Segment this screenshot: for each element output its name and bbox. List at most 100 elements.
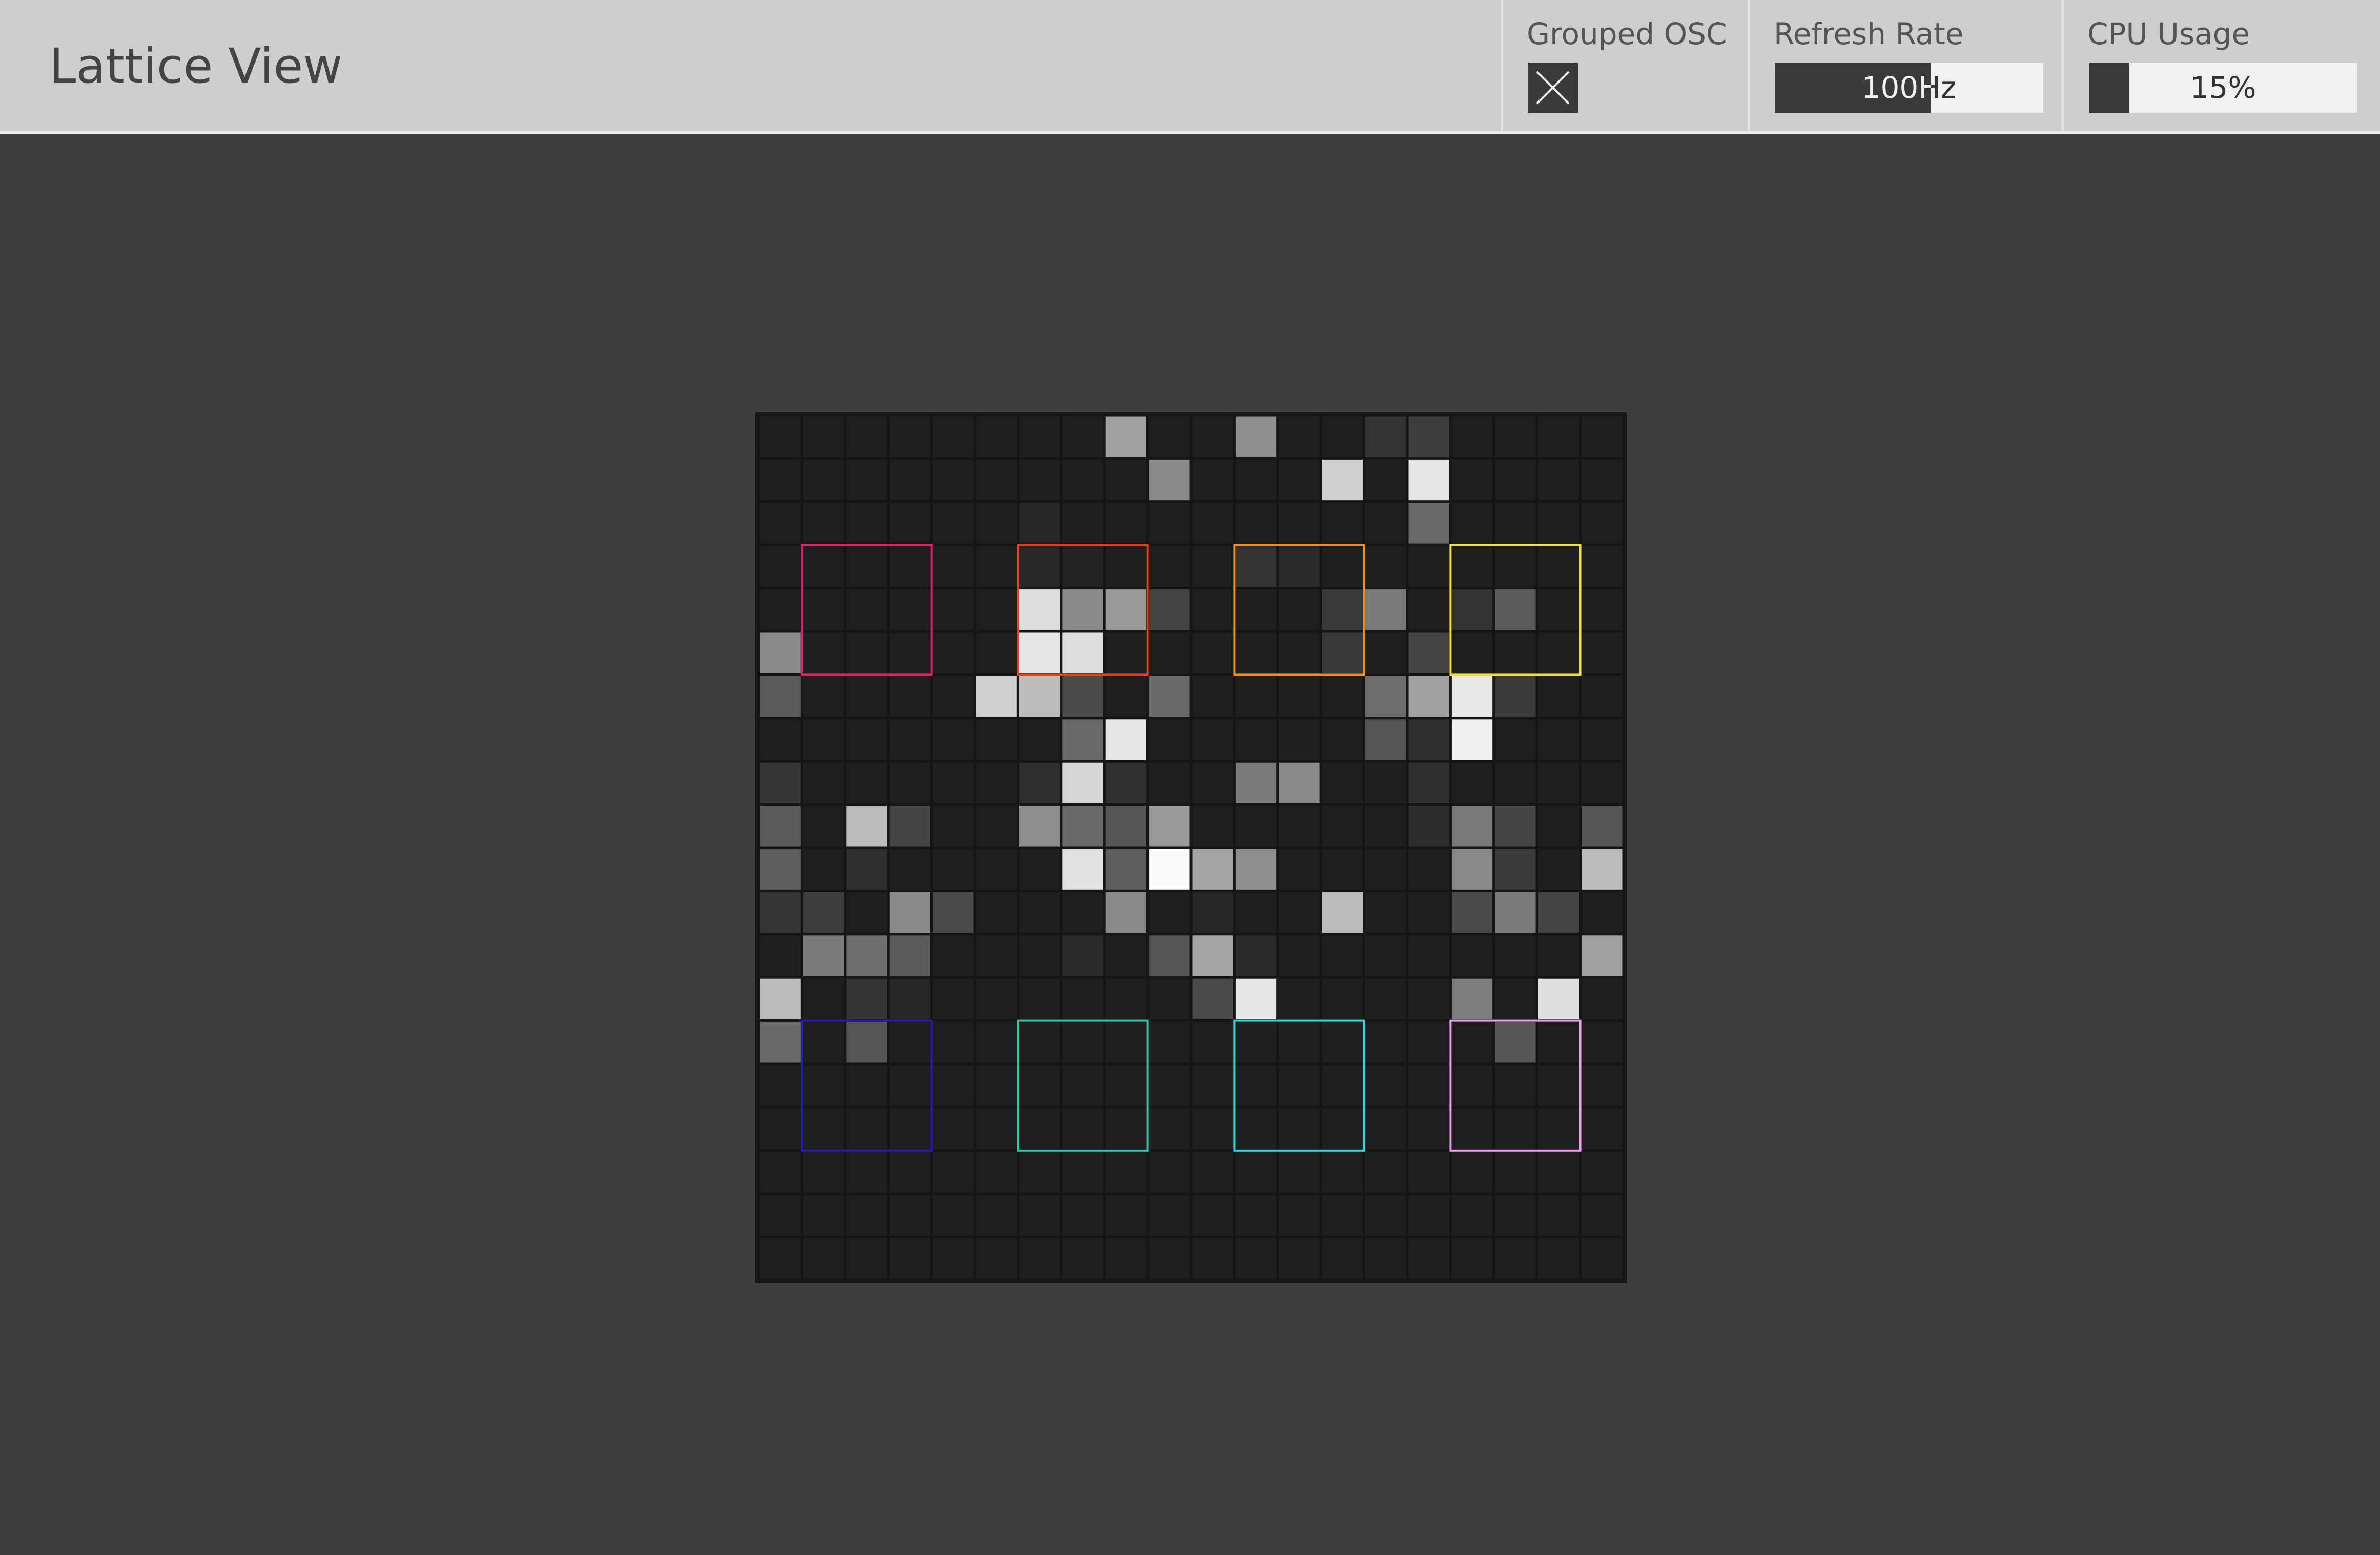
lattice-cell[interactable] bbox=[758, 803, 803, 849]
lattice-cell[interactable] bbox=[1319, 889, 1366, 936]
lattice-cell[interactable] bbox=[1233, 717, 1279, 763]
lattice-cell[interactable] bbox=[1492, 1236, 1538, 1280]
lattice-cell[interactable] bbox=[1060, 1106, 1106, 1152]
lattice-cell[interactable] bbox=[1189, 1149, 1236, 1195]
lattice-cell[interactable] bbox=[1579, 1192, 1624, 1239]
lattice-cell[interactable] bbox=[844, 803, 890, 849]
lattice-cell[interactable] bbox=[1319, 457, 1366, 503]
lattice-cell[interactable] bbox=[1406, 933, 1452, 979]
lattice-cell[interactable] bbox=[1103, 760, 1150, 806]
lattice-cell[interactable] bbox=[1060, 933, 1106, 979]
lattice-cell[interactable] bbox=[1579, 976, 1624, 1022]
lattice-cell[interactable] bbox=[1449, 457, 1495, 503]
lattice-cell[interactable] bbox=[1579, 500, 1624, 546]
lattice-cell[interactable] bbox=[1146, 673, 1193, 720]
lattice-cell[interactable] bbox=[1449, 415, 1495, 460]
lattice-cell[interactable] bbox=[1103, 933, 1150, 979]
lattice-cell[interactable] bbox=[973, 803, 1019, 849]
lattice-cell[interactable] bbox=[800, 976, 847, 1022]
lattice-cell[interactable] bbox=[1016, 500, 1063, 546]
lattice-cell[interactable] bbox=[1189, 1192, 1236, 1239]
lattice-cell[interactable] bbox=[758, 1106, 803, 1152]
lattice-cell[interactable] bbox=[973, 673, 1019, 720]
lattice-cell[interactable] bbox=[844, 933, 890, 979]
lattice-cell[interactable] bbox=[1189, 1106, 1236, 1152]
lattice-cell[interactable] bbox=[1233, 889, 1279, 936]
lattice-cell[interactable] bbox=[973, 717, 1019, 763]
lattice-cell[interactable] bbox=[930, 933, 976, 979]
lattice-cell[interactable] bbox=[1146, 1062, 1193, 1109]
lattice-cell[interactable] bbox=[1449, 1149, 1495, 1195]
lattice-cell[interactable] bbox=[1535, 889, 1582, 936]
lattice-cell[interactable] bbox=[800, 1062, 847, 1109]
lattice-cell[interactable] bbox=[844, 760, 890, 806]
lattice-cell[interactable] bbox=[973, 1062, 1019, 1109]
lattice-cell[interactable] bbox=[1146, 760, 1193, 806]
lattice-cell[interactable] bbox=[930, 543, 976, 590]
lattice-cell[interactable] bbox=[800, 1192, 847, 1239]
lattice-cell[interactable] bbox=[1363, 630, 1409, 676]
lattice-cell[interactable] bbox=[758, 630, 803, 676]
lattice-cell[interactable] bbox=[1060, 1236, 1106, 1280]
lattice-cell[interactable] bbox=[887, 1062, 933, 1109]
lattice-cell[interactable] bbox=[1146, 803, 1193, 849]
lattice-cell[interactable] bbox=[1363, 587, 1409, 633]
lattice-cell[interactable] bbox=[1406, 1192, 1452, 1239]
lattice-cell[interactable] bbox=[1363, 1106, 1409, 1152]
lattice-cell[interactable] bbox=[1535, 1019, 1582, 1066]
lattice-cell[interactable] bbox=[1060, 1192, 1106, 1239]
lattice-cell[interactable] bbox=[1449, 673, 1495, 720]
lattice-cell[interactable] bbox=[1060, 415, 1106, 460]
lattice-cell[interactable] bbox=[1233, 543, 1279, 590]
lattice-cell[interactable] bbox=[1406, 803, 1452, 849]
lattice-cell[interactable] bbox=[1276, 976, 1322, 1022]
lattice-cell[interactable] bbox=[1016, 630, 1063, 676]
lattice-cell[interactable] bbox=[1146, 630, 1193, 676]
lattice-cell[interactable] bbox=[930, 630, 976, 676]
lattice-cell[interactable] bbox=[1319, 1149, 1366, 1195]
lattice-cell[interactable] bbox=[1103, 500, 1150, 546]
lattice-cell[interactable] bbox=[1319, 543, 1366, 590]
lattice-cell[interactable] bbox=[930, 717, 976, 763]
lattice-cell[interactable] bbox=[1535, 760, 1582, 806]
lattice-cell[interactable] bbox=[1449, 500, 1495, 546]
lattice-cell[interactable] bbox=[930, 500, 976, 546]
lattice-cell[interactable] bbox=[887, 717, 933, 763]
lattice-cell[interactable] bbox=[1276, 673, 1322, 720]
lattice-cell[interactable] bbox=[1363, 760, 1409, 806]
lattice-cell[interactable] bbox=[1103, 717, 1150, 763]
lattice-cell[interactable] bbox=[758, 415, 803, 460]
lattice-cell[interactable] bbox=[1449, 1236, 1495, 1280]
lattice-cell[interactable] bbox=[1233, 1106, 1279, 1152]
lattice-cell[interactable] bbox=[1406, 500, 1452, 546]
lattice-cell[interactable] bbox=[1492, 457, 1538, 503]
lattice-cell[interactable] bbox=[973, 1106, 1019, 1152]
lattice-cell[interactable] bbox=[1233, 457, 1279, 503]
lattice-cell[interactable] bbox=[844, 1062, 890, 1109]
lattice-cell[interactable] bbox=[1189, 933, 1236, 979]
lattice-cell[interactable] bbox=[1016, 717, 1063, 763]
lattice-cell[interactable] bbox=[1146, 976, 1193, 1022]
lattice-cell[interactable] bbox=[1535, 1192, 1582, 1239]
lattice-cell[interactable] bbox=[973, 1236, 1019, 1280]
lattice-cell[interactable] bbox=[1579, 587, 1624, 633]
lattice-cell[interactable] bbox=[887, 630, 933, 676]
lattice-cell[interactable] bbox=[1579, 673, 1624, 720]
lattice-cell[interactable] bbox=[887, 673, 933, 720]
lattice-cell[interactable] bbox=[1060, 630, 1106, 676]
lattice-cell[interactable] bbox=[1276, 587, 1322, 633]
lattice-cell[interactable] bbox=[1492, 760, 1538, 806]
lattice-cell[interactable] bbox=[1146, 933, 1193, 979]
lattice-cell[interactable] bbox=[1535, 717, 1582, 763]
lattice-cell[interactable] bbox=[1276, 630, 1322, 676]
lattice-cell[interactable] bbox=[887, 543, 933, 590]
lattice-cell[interactable] bbox=[1449, 630, 1495, 676]
lattice-cell[interactable] bbox=[1406, 760, 1452, 806]
lattice-cell[interactable] bbox=[1189, 457, 1236, 503]
lattice-cell[interactable] bbox=[1103, 415, 1150, 460]
lattice-cell[interactable] bbox=[1319, 415, 1366, 460]
lattice-cell[interactable] bbox=[1449, 1106, 1495, 1152]
lattice-cell[interactable] bbox=[800, 846, 847, 892]
lattice-cell[interactable] bbox=[1276, 1149, 1322, 1195]
lattice-cell[interactable] bbox=[1103, 673, 1150, 720]
